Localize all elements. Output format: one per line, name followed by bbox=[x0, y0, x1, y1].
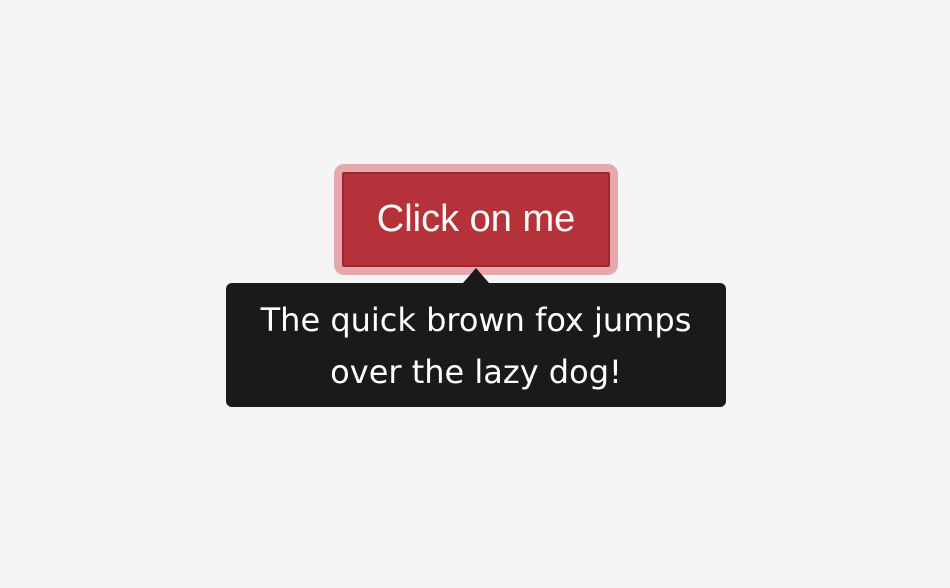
tooltip-text-line-1: The quick brown fox jumps bbox=[260, 301, 692, 339]
tooltip-arrow bbox=[463, 268, 489, 283]
tooltip-text-line-2: over the lazy dog! bbox=[330, 353, 622, 391]
tooltip: The quick brown fox jumps over the lazy … bbox=[226, 283, 726, 407]
click-button[interactable]: Click on me bbox=[334, 164, 618, 275]
